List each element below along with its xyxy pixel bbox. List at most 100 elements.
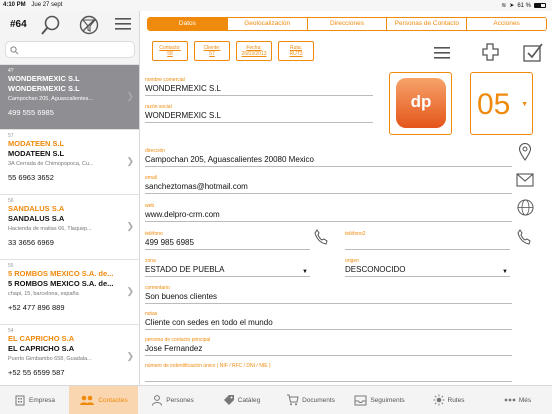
zone-select[interactable]: zona ESTADO DE PUEBLA ▼ bbox=[145, 258, 310, 277]
list-item[interactable]: 54 EL CAPRICHO S.A EL CAPRICHO S.A Puert… bbox=[0, 324, 139, 385]
filter-clear-icon[interactable] bbox=[78, 14, 100, 41]
status-time: 4:10 PM bbox=[3, 2, 26, 8]
field-label: dirección bbox=[145, 148, 166, 154]
field-value[interactable]: WONDERMEXIC S.L bbox=[145, 111, 373, 123]
field-value[interactable]: sancheztomas@hotmail.com bbox=[145, 182, 512, 194]
tab-personas-contacto[interactable]: Personas de Contacto bbox=[387, 18, 468, 30]
item-number: 57 bbox=[8, 133, 14, 139]
comment-field[interactable]: comentario Son buenos clientes bbox=[145, 285, 512, 304]
list-item[interactable]: 4? WONDERMEXIC S.L WONDERMEXIC S.L Campo… bbox=[0, 64, 139, 129]
status-date: Jue 27 sept bbox=[31, 2, 63, 8]
item-number: 55 bbox=[8, 263, 14, 269]
tab-label: Empresa bbox=[28, 396, 55, 404]
mail-icon[interactable] bbox=[516, 173, 534, 192]
tab-cataleg[interactable]: Catàleg bbox=[207, 386, 276, 414]
tax-id-field[interactable]: número de indentificación único ( NIF / … bbox=[145, 363, 512, 382]
list-item[interactable]: 57 MODATEEN S.L MODATEEN S.L 3A Cerrada … bbox=[0, 129, 139, 194]
tag-icon bbox=[223, 395, 234, 405]
inbox-icon bbox=[354, 395, 367, 406]
web-field[interactable]: web www.delpro-crm.com bbox=[145, 203, 512, 222]
tab-empresa[interactable]: Empresa bbox=[0, 386, 69, 414]
origin-select[interactable]: origen DESCONOCIDO ▼ bbox=[345, 258, 510, 277]
field-label: origen bbox=[345, 258, 359, 264]
record-info-buttons: Contacto: 58 Cliente: 57 Fecha: 26/03/2013 … bbox=[152, 41, 314, 61]
list-item[interactable]: 56 SANDALUS S.A SANDALUS S.A Hacienda de… bbox=[0, 194, 139, 259]
contact-id-button[interactable]: Contacto: 58 bbox=[152, 41, 188, 61]
item-number: 4? bbox=[8, 68, 14, 74]
field-label: teléfono bbox=[145, 231, 163, 237]
item-company-name: MODATEEN S.L bbox=[8, 149, 65, 158]
item-commercial-name: MODATEEN S.L bbox=[8, 139, 65, 148]
field-value[interactable]: Cliente con sedes en todo el mundo bbox=[145, 318, 512, 330]
save-check-icon[interactable] bbox=[522, 41, 544, 68]
item-address: Hacienda de maitas 66, Tlaquep... bbox=[8, 226, 92, 232]
field-value[interactable]: Jose Fernandez bbox=[145, 344, 512, 356]
tab-datos[interactable]: Datos bbox=[148, 18, 228, 30]
field-label: razón social bbox=[145, 104, 172, 110]
field-value[interactable]: 499 985 6985 bbox=[145, 238, 310, 250]
field-label: nombre comercial bbox=[145, 77, 185, 83]
chevron-down-icon: ▼ bbox=[521, 101, 528, 108]
item-commercial-name: EL CAPRICHO S.A bbox=[8, 334, 75, 343]
field-label: email bbox=[145, 175, 157, 181]
cart-icon bbox=[287, 394, 299, 406]
phone-field[interactable]: teléfono 499 985 6985 bbox=[145, 231, 310, 250]
tab-contactes[interactable]: Contactes bbox=[69, 386, 138, 414]
business-name-field[interactable]: razón social WONDERMEXIC S.L bbox=[145, 104, 373, 123]
map-pin-icon[interactable] bbox=[518, 143, 532, 166]
field-label: teléfono2 bbox=[345, 231, 366, 237]
field-value[interactable] bbox=[145, 370, 512, 382]
address-field[interactable]: dirección Campochan 205, Aguascalientes … bbox=[145, 148, 512, 167]
tab-acciones[interactable]: Acciones bbox=[467, 18, 546, 30]
tab-mes[interactable]: Més bbox=[483, 386, 552, 414]
tab-seguiments[interactable]: Seguiments bbox=[345, 386, 414, 414]
menu-icon[interactable] bbox=[434, 46, 450, 64]
main-contact-field[interactable]: persona de contacto principal Jose Ferna… bbox=[145, 337, 512, 356]
search-field[interactable] bbox=[5, 41, 135, 58]
commercial-name-field[interactable]: nombre comercial WONDERMEXIC S.L bbox=[145, 77, 373, 96]
company-logo[interactable]: dp bbox=[389, 72, 452, 135]
chevron-right-icon: ❯ bbox=[126, 286, 134, 296]
date-button[interactable]: Fecha: 26/03/2013 bbox=[236, 41, 272, 61]
tab-rutes[interactable]: Rutes bbox=[414, 386, 483, 414]
email-field[interactable]: email sancheztomas@hotmail.com bbox=[145, 175, 512, 194]
bottom-tab-bar: Empresa Contactes Persones Catàleg Docum… bbox=[0, 385, 552, 414]
list-item[interactable]: 55 5 ROMBOS MEXICO S.A. de... 5 ROMBOS M… bbox=[0, 259, 139, 324]
menu-icon[interactable] bbox=[115, 17, 131, 36]
add-icon[interactable] bbox=[479, 41, 501, 68]
search-icon[interactable] bbox=[40, 14, 62, 41]
chevron-down-icon: ▼ bbox=[502, 269, 508, 275]
route-button[interactable]: Ruta: RUT3 bbox=[278, 41, 314, 61]
logo-mark: dp bbox=[410, 92, 432, 111]
tab-label: Persones bbox=[166, 396, 194, 404]
tab-persones[interactable]: Persones bbox=[138, 386, 207, 414]
item-address: Campochan 205, Aguascalientes... bbox=[8, 96, 94, 102]
field-label: persona de contacto principal bbox=[145, 337, 211, 343]
client-id-button[interactable]: Cliente: 57 bbox=[194, 41, 230, 61]
field-label: zona bbox=[145, 258, 156, 264]
field-value: DESCONOCIDO bbox=[345, 265, 406, 274]
field-value[interactable] bbox=[345, 238, 510, 250]
person-icon bbox=[152, 395, 163, 406]
tab-label: Documents bbox=[302, 396, 335, 404]
item-phone: 55 6963 3652 bbox=[8, 173, 54, 182]
field-value[interactable]: Campochan 205, Aguascalientes 20080 Mexi… bbox=[145, 155, 512, 167]
battery-percent: 61 % bbox=[517, 2, 531, 9]
phone-icon[interactable] bbox=[516, 229, 532, 250]
globe-icon[interactable] bbox=[517, 199, 534, 221]
tab-geolocalizacion[interactable]: Geolocalización bbox=[227, 18, 308, 30]
item-address: chapi, 15, barcelona, españa bbox=[8, 291, 79, 297]
field-value[interactable]: WONDERMEXIC S.L bbox=[145, 84, 373, 96]
field-value[interactable]: Son buenos clientes bbox=[145, 292, 512, 304]
notes-field[interactable]: notas Cliente con sedes en todo el mundo bbox=[145, 311, 512, 330]
search-input[interactable] bbox=[22, 43, 132, 56]
phone-icon[interactable] bbox=[313, 229, 329, 250]
item-commercial-name: WONDERMEXIC S.L bbox=[8, 74, 80, 83]
zone-picker[interactable]: 05 ▼ bbox=[470, 72, 533, 135]
tab-direcciones[interactable]: Direcciones bbox=[307, 18, 388, 30]
phone2-field[interactable]: teléfono2 bbox=[345, 231, 510, 250]
wifi-icon: ≋ bbox=[501, 3, 507, 9]
tab-documents[interactable]: Documents bbox=[276, 386, 345, 414]
tab-label: Rutes bbox=[447, 396, 465, 404]
field-value[interactable]: www.delpro-crm.com bbox=[145, 210, 512, 222]
